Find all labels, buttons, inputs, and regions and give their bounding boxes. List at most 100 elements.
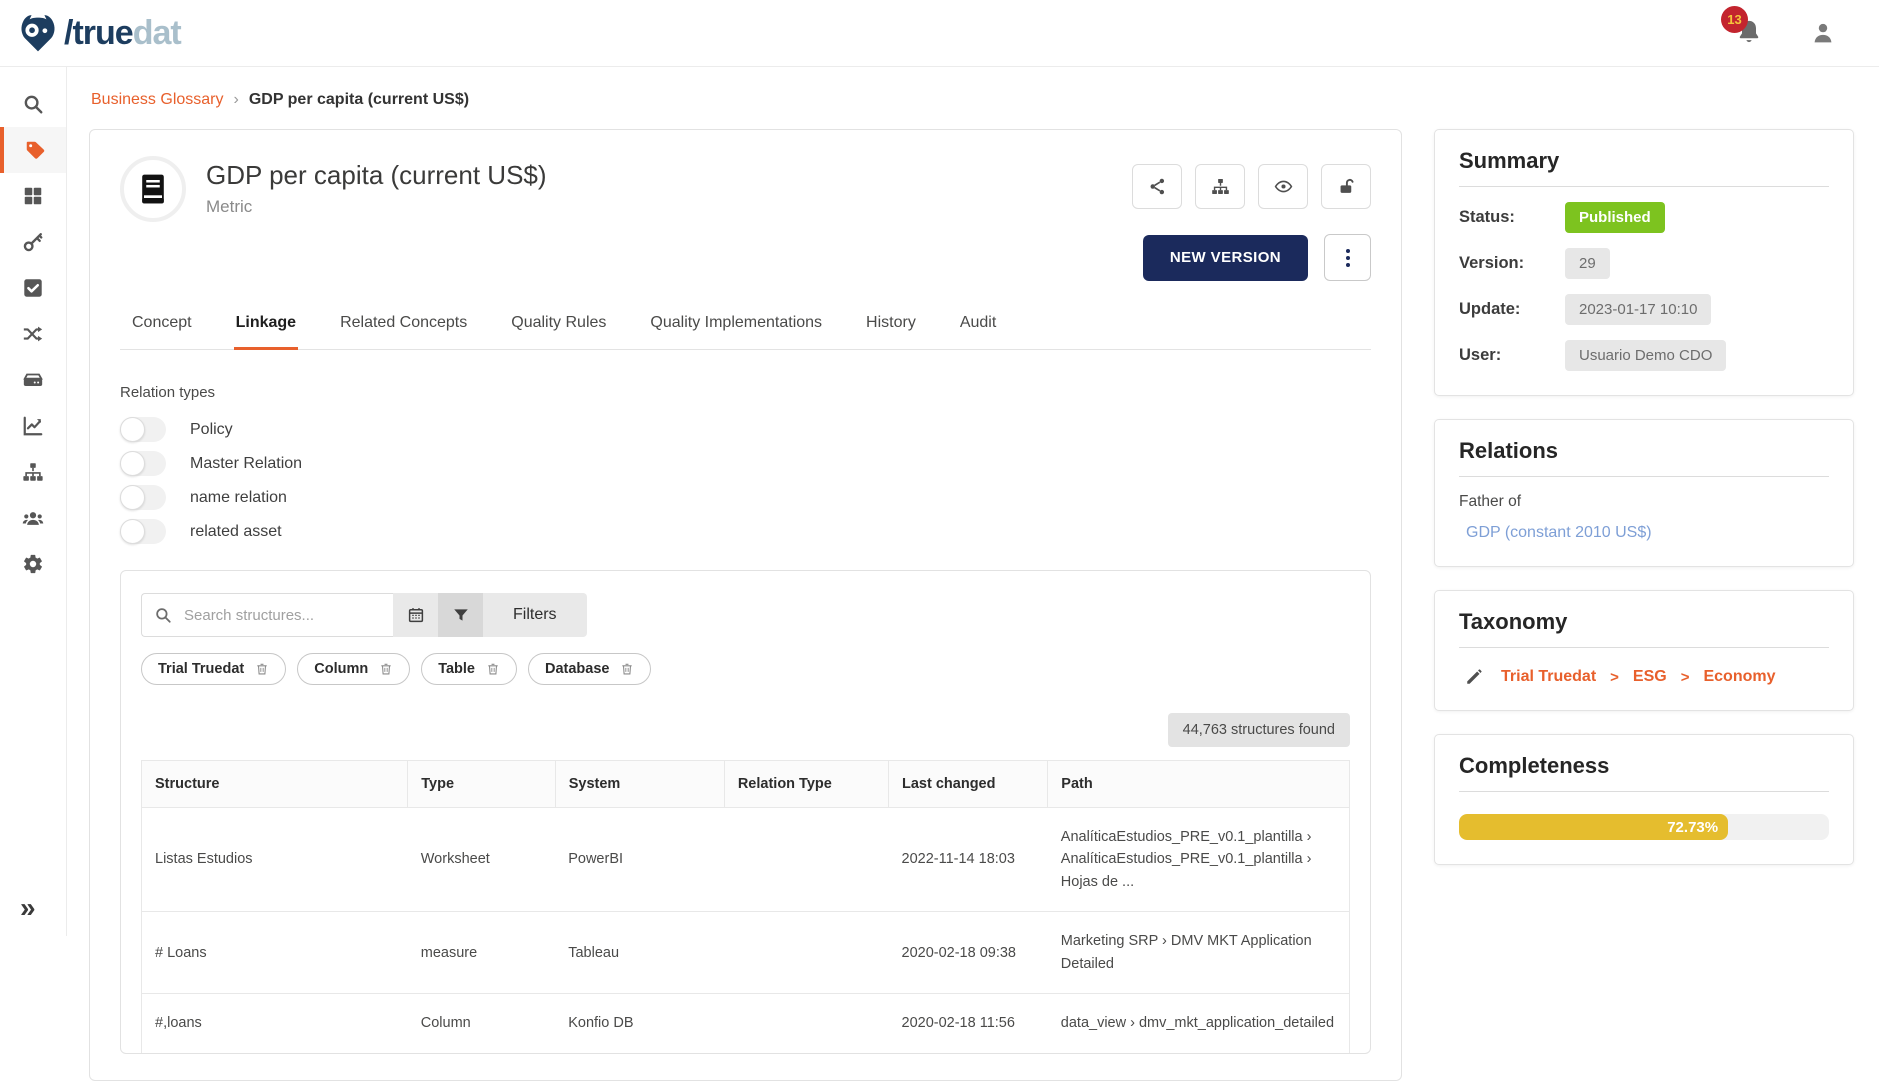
- related-concept-link[interactable]: GDP (constant 2010 US$): [1459, 524, 1829, 542]
- cell-relation-type: [724, 808, 888, 912]
- column-header-system[interactable]: System: [555, 761, 724, 808]
- more-options-button[interactable]: [1324, 234, 1371, 281]
- filter-chip-table[interactable]: Table: [421, 653, 517, 685]
- cell-last-changed: 2020-02-18 11:56: [889, 994, 1048, 1053]
- column-header-relation-type[interactable]: Relation Type: [724, 761, 888, 808]
- sidebar-item-glossary[interactable]: [0, 127, 66, 173]
- tab-audit[interactable]: Audit: [958, 306, 998, 349]
- date-filter-button[interactable]: [393, 593, 438, 637]
- filters-button[interactable]: Filters: [483, 593, 587, 637]
- relation-type-row: Policy: [120, 417, 1371, 442]
- tags-icon: [24, 139, 46, 161]
- relation-types-label: Relation types: [120, 384, 1371, 401]
- table-row[interactable]: #,loans Column Konfio DB 2020-02-18 11:5…: [142, 994, 1350, 1053]
- table-row[interactable]: Listas Estudios Worksheet PowerBI 2022-1…: [142, 808, 1350, 912]
- trash-icon[interactable]: [620, 662, 634, 676]
- filter-chip-trial-truedat[interactable]: Trial Truedat: [141, 653, 286, 685]
- tab-related-concepts[interactable]: Related Concepts: [338, 306, 469, 349]
- trash-icon[interactable]: [486, 662, 500, 676]
- column-header-path[interactable]: Path: [1048, 761, 1350, 808]
- pencil-icon[interactable]: [1465, 668, 1483, 686]
- sidebar-item-search[interactable]: [0, 81, 66, 127]
- version-badge: 29: [1565, 248, 1610, 279]
- sidebar-item-quality[interactable]: [0, 265, 66, 311]
- sitemap-icon: [1211, 177, 1230, 196]
- taxonomy-link-subdomain[interactable]: ESG: [1633, 668, 1667, 686]
- completeness-title: Completeness: [1459, 753, 1829, 792]
- filter-chip-database[interactable]: Database: [528, 653, 651, 685]
- sidebar-item-dashboards[interactable]: [0, 403, 66, 449]
- watch-button[interactable]: [1258, 164, 1308, 209]
- summary-panel: Summary Status: Published Version: 29 Up…: [1434, 129, 1854, 396]
- eye-icon: [1274, 177, 1293, 196]
- new-version-button[interactable]: NEW VERSION: [1143, 235, 1308, 281]
- sidebar-item-domains[interactable]: [0, 449, 66, 495]
- table-row[interactable]: # Loans measure Tableau 2020-02-18 09:38…: [142, 912, 1350, 994]
- relation-type-label: related asset: [190, 523, 282, 541]
- toggle-policy[interactable]: [120, 417, 166, 442]
- logo-wordmark: /truedat: [64, 16, 181, 50]
- status-badge: Published: [1565, 202, 1665, 233]
- owl-logo-icon: [16, 11, 60, 55]
- tab-concept[interactable]: Concept: [130, 306, 194, 349]
- summary-row-user: User: Usuario Demo CDO: [1459, 340, 1829, 371]
- chip-label: Trial Truedat: [158, 661, 244, 677]
- trash-icon[interactable]: [379, 662, 393, 676]
- permissions-button[interactable]: [1321, 164, 1371, 209]
- completeness-panel: Completeness 72.73%: [1434, 734, 1854, 865]
- taxonomy-link-child[interactable]: Economy: [1703, 668, 1775, 686]
- kebab-icon: [1346, 249, 1350, 253]
- domain-tree-button[interactable]: [1195, 164, 1245, 209]
- taxonomy-title: Taxonomy: [1459, 609, 1829, 648]
- table-header-row: Structure Type System Relation Type Last…: [142, 761, 1350, 808]
- relation-type-row: related asset: [120, 519, 1371, 544]
- sidebar-expand-button[interactable]: »: [0, 894, 66, 936]
- notification-count-badge: 13: [1721, 6, 1748, 33]
- toggle-name-relation[interactable]: [120, 485, 166, 510]
- user-menu-button[interactable]: [1809, 19, 1837, 47]
- calendar-icon: [407, 606, 425, 624]
- tab-quality-implementations[interactable]: Quality Implementations: [648, 306, 824, 349]
- sidebar-item-systems[interactable]: [0, 357, 66, 403]
- chevron-right-icon: >: [1610, 669, 1619, 686]
- share-button[interactable]: [1132, 164, 1182, 209]
- share-icon: [1148, 177, 1167, 196]
- notifications-button[interactable]: 13: [1735, 18, 1765, 48]
- tab-history[interactable]: History: [864, 306, 918, 349]
- sidebar-item-lineage[interactable]: [0, 311, 66, 357]
- toggle-master-relation[interactable]: [120, 451, 166, 476]
- tab-quality-rules[interactable]: Quality Rules: [509, 306, 608, 349]
- relation-group-label: Father of: [1459, 493, 1829, 511]
- sidebar-item-catalog[interactable]: [0, 173, 66, 219]
- breadcrumb: Business Glossary › GDP per capita (curr…: [91, 91, 1853, 109]
- sidebar-item-settings[interactable]: [0, 541, 66, 587]
- taxonomy-link-domain[interactable]: Trial Truedat: [1501, 668, 1596, 686]
- truedat-logo[interactable]: /truedat: [16, 11, 181, 55]
- chevron-right-icon: >: [1681, 669, 1690, 686]
- cell-path: AnalíticaEstudios_PRE_v0.1_plantilla › A…: [1048, 808, 1350, 912]
- grid-icon: [22, 185, 44, 207]
- relations-title: Relations: [1459, 438, 1829, 477]
- page-content: Business Glossary › GDP per capita (curr…: [67, 67, 1879, 1081]
- sidebar-item-access[interactable]: [0, 219, 66, 265]
- filter-chip-column[interactable]: Column: [297, 653, 410, 685]
- breadcrumb-business-glossary[interactable]: Business Glossary: [91, 91, 224, 109]
- sidebar-item-users[interactable]: [0, 495, 66, 541]
- cell-type: Column: [408, 994, 555, 1053]
- cell-last-changed: 2020-02-18 09:38: [889, 912, 1048, 994]
- relations-panel: Relations Father of GDP (constant 2010 U…: [1434, 419, 1854, 567]
- tab-linkage[interactable]: Linkage: [234, 306, 298, 350]
- column-header-type[interactable]: Type: [408, 761, 555, 808]
- trash-icon[interactable]: [255, 662, 269, 676]
- column-header-structure[interactable]: Structure: [142, 761, 408, 808]
- search-structures-input[interactable]: [182, 606, 381, 625]
- filter-toggle-button[interactable]: [438, 593, 483, 637]
- concept-avatar: [120, 156, 186, 222]
- active-filter-chips: Trial Truedat Column Table Database: [141, 653, 1350, 685]
- column-header-last-changed[interactable]: Last changed: [889, 761, 1048, 808]
- chip-label: Table: [438, 661, 475, 677]
- shuffle-icon: [22, 323, 44, 345]
- structures-search-row: Filters: [141, 593, 1350, 637]
- toggle-related-asset[interactable]: [120, 519, 166, 544]
- cell-path: data_view › dmv_mkt_application_detailed: [1048, 994, 1350, 1053]
